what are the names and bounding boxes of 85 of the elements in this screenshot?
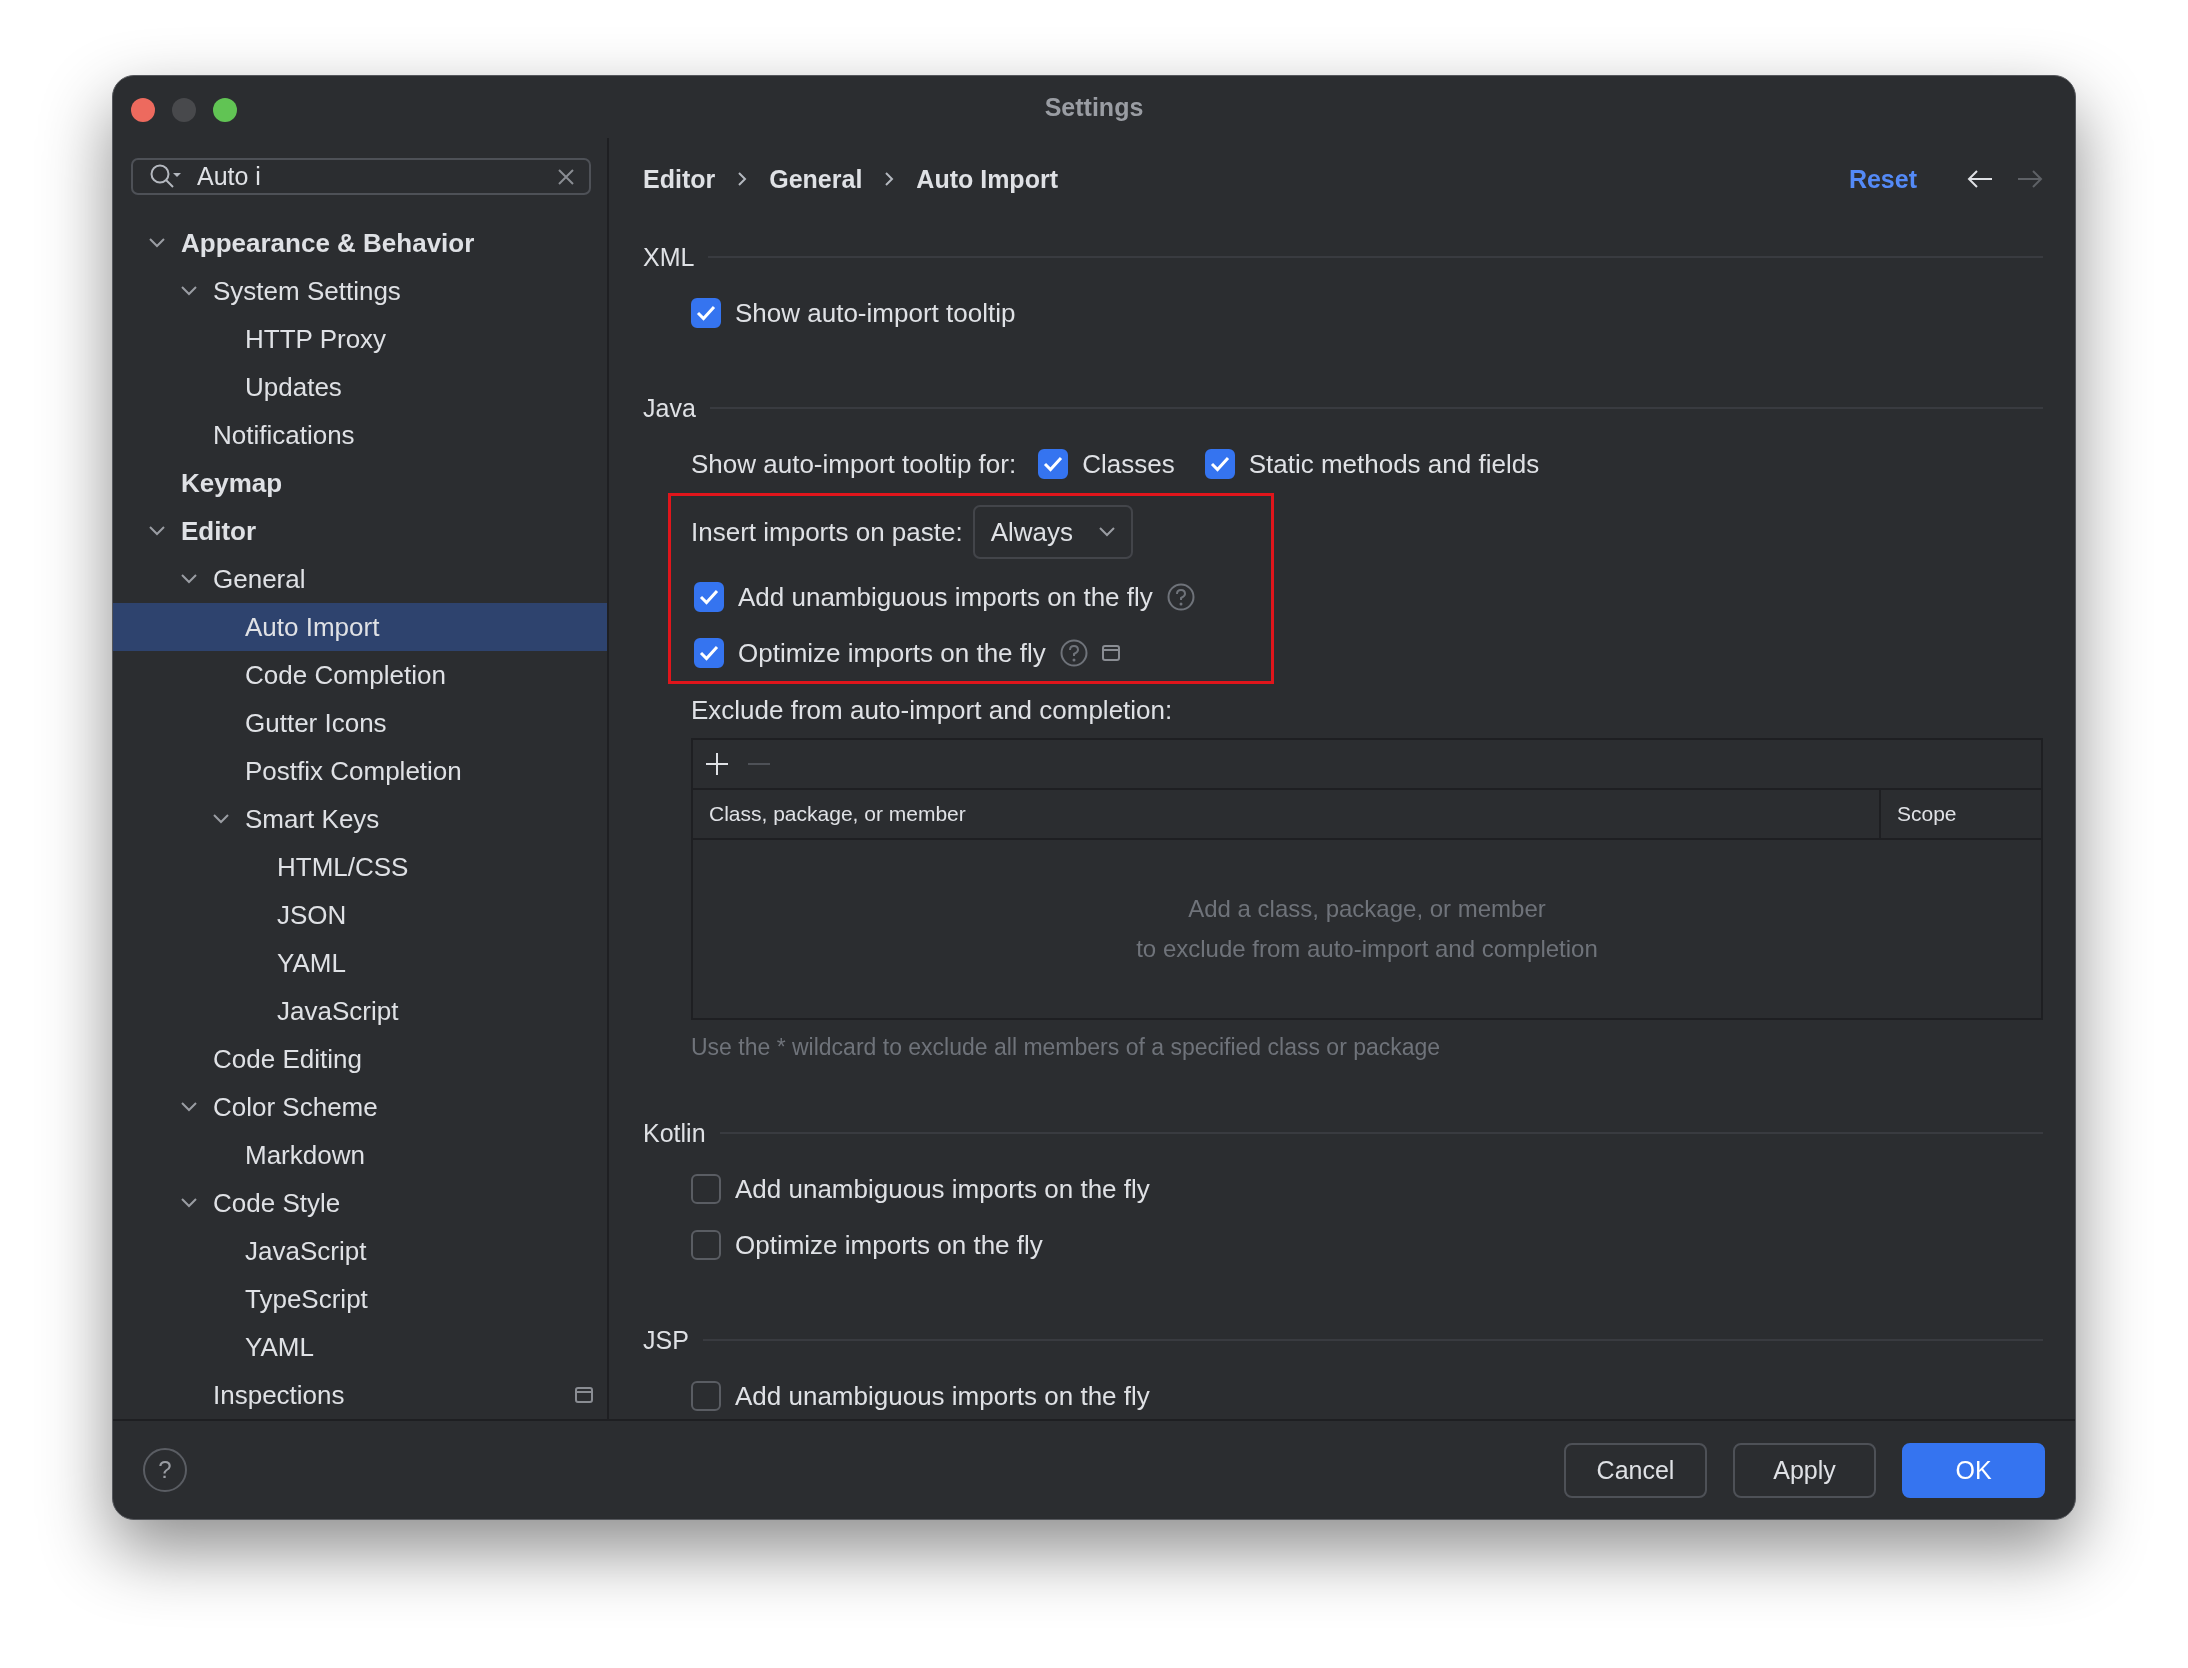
checkbox-label: Add unambiguous imports on the fly bbox=[735, 1380, 1150, 1412]
tree-item[interactable]: Code Style bbox=[113, 1179, 607, 1227]
back-arrow-icon[interactable] bbox=[1967, 169, 1993, 189]
caret-icon bbox=[1099, 527, 1116, 537]
help-icon[interactable] bbox=[1059, 639, 1088, 667]
tree-item[interactable]: JSON bbox=[113, 891, 607, 939]
tree-item[interactable]: Editor bbox=[113, 507, 607, 555]
checkbox-label: Classes bbox=[1082, 448, 1175, 480]
tree-item[interactable]: Appearance & Behavior bbox=[113, 219, 607, 267]
tree-item[interactable]: Keymap bbox=[113, 459, 607, 507]
window-control[interactable] bbox=[131, 98, 155, 122]
checkmark-icon bbox=[1209, 456, 1230, 472]
checkbox[interactable] bbox=[691, 1381, 721, 1411]
column-header[interactable]: Scope bbox=[1881, 790, 2041, 838]
window-title: Settings bbox=[1044, 92, 1144, 122]
tree-item[interactable]: Inspections bbox=[113, 1371, 607, 1419]
section-title: JSP bbox=[643, 1325, 689, 1355]
chevron-icon[interactable] bbox=[181, 1198, 197, 1208]
checkmark-icon bbox=[1043, 456, 1064, 472]
chevron-icon[interactable] bbox=[181, 286, 197, 296]
checkbox[interactable] bbox=[694, 582, 724, 612]
tree-item[interactable]: Markdown bbox=[113, 1131, 607, 1179]
reset-link[interactable]: Reset bbox=[1848, 164, 1917, 194]
separator-icon bbox=[737, 172, 748, 186]
checkbox[interactable] bbox=[691, 1174, 721, 1204]
checkbox[interactable] bbox=[1204, 449, 1235, 479]
hint-text: Use the * wildcard to exclude all members of a specified class or package bbox=[691, 1034, 1442, 1062]
paste-dropdown[interactable]: Always bbox=[972, 505, 1134, 559]
tree-item[interactable]: HTTP Proxy bbox=[113, 315, 607, 363]
dialog-button[interactable]: OK bbox=[1902, 1442, 2045, 1498]
tree-item[interactable]: Updates bbox=[113, 363, 607, 411]
dialog-button[interactable]: Apply bbox=[1733, 1442, 1876, 1498]
tree-item[interactable]: System Settings bbox=[113, 267, 607, 315]
checkbox-label: Optimize imports on the fly bbox=[735, 1229, 1043, 1261]
empty-table-message: Add a class, package, or member to exclude from auto-import and completion bbox=[1136, 894, 1598, 964]
dialog-button[interactable]: Cancel bbox=[1564, 1442, 1707, 1498]
tree-item[interactable]: YAML bbox=[113, 939, 607, 987]
checkmark-icon bbox=[699, 645, 719, 661]
tree-item[interactable]: General bbox=[113, 555, 607, 603]
tree-item[interactable]: JavaScript bbox=[113, 1227, 607, 1275]
checkbox[interactable] bbox=[1038, 449, 1069, 479]
checkmark-icon bbox=[699, 589, 719, 605]
column-header[interactable]: Class, package, or member bbox=[693, 790, 1881, 838]
tree-item[interactable]: YAML bbox=[113, 1323, 607, 1371]
tree-item[interactable]: TypeScript bbox=[113, 1275, 607, 1323]
chevron-icon[interactable] bbox=[181, 574, 197, 584]
breadcrumb-item[interactable]: Editor bbox=[643, 164, 716, 194]
breadcrumb-item[interactable]: Auto Import bbox=[916, 164, 1058, 194]
checkbox-label: Show auto-import tooltip bbox=[735, 297, 1016, 329]
tree-item[interactable]: Auto Import bbox=[113, 603, 607, 651]
section-title: XML bbox=[643, 242, 695, 272]
add-icon[interactable] bbox=[705, 752, 729, 776]
table-caption: Exclude from auto-import and completion: bbox=[691, 694, 1174, 726]
checkbox[interactable] bbox=[691, 1230, 721, 1260]
chevron-icon[interactable] bbox=[213, 814, 229, 824]
tree-item[interactable]: Color Scheme bbox=[113, 1083, 607, 1131]
window-control[interactable] bbox=[213, 98, 237, 122]
chevron-icon[interactable] bbox=[149, 238, 165, 248]
tree-item[interactable]: Postfix Completion bbox=[113, 747, 607, 795]
tree-item[interactable]: Notifications bbox=[113, 411, 607, 459]
tree-item[interactable]: JavaScript bbox=[113, 987, 607, 1035]
checkbox-label: Static methods and fields bbox=[1248, 448, 1540, 480]
checkbox-label: Add unambiguous imports on the fly bbox=[735, 1173, 1150, 1205]
field-label: Show auto-import tooltip for: bbox=[691, 448, 1017, 480]
section-title: Java bbox=[643, 393, 696, 423]
search-field[interactable]: Auto i bbox=[131, 158, 591, 195]
section-title: Kotlin bbox=[643, 1118, 706, 1148]
checkbox[interactable] bbox=[691, 298, 721, 328]
tree-item[interactable]: Smart Keys bbox=[113, 795, 607, 843]
tree-item[interactable]: Gutter Icons bbox=[113, 699, 607, 747]
help-button[interactable]: ? bbox=[143, 1448, 187, 1492]
checkbox[interactable] bbox=[694, 638, 724, 668]
chevron-icon[interactable] bbox=[181, 1102, 197, 1112]
help-icon[interactable] bbox=[1166, 583, 1195, 611]
tree-item[interactable]: Code Completion bbox=[113, 651, 607, 699]
checkbox-label: Add unambiguous imports on the fly bbox=[738, 581, 1153, 613]
separator-icon bbox=[884, 172, 895, 186]
chevron-icon[interactable] bbox=[149, 526, 165, 536]
checkmark-icon bbox=[696, 305, 716, 321]
field-label: Insert imports on paste: bbox=[691, 516, 963, 548]
tree-item[interactable]: Code Editing bbox=[113, 1035, 607, 1083]
clear-icon[interactable] bbox=[557, 167, 575, 186]
breadcrumb-item[interactable]: General bbox=[769, 164, 863, 194]
checkbox-label: Optimize imports on the fly bbox=[738, 637, 1046, 669]
tree-item[interactable]: HTML/CSS bbox=[113, 843, 607, 891]
